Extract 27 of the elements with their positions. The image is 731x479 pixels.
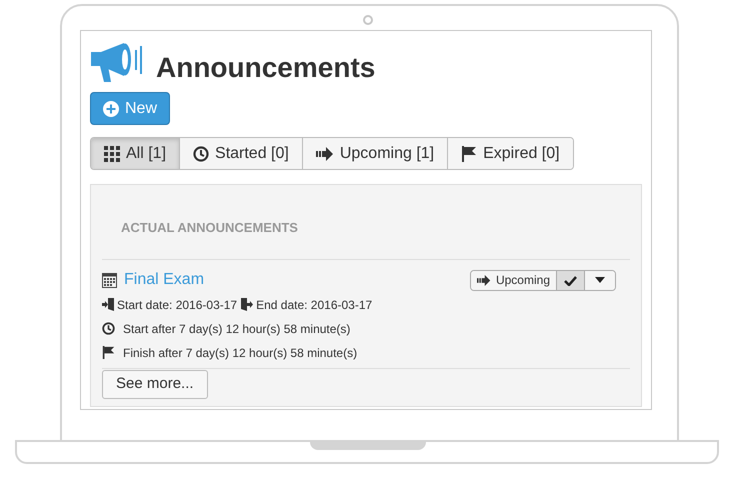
start-date-text: Start date: 2016-03-17 [117, 296, 238, 314]
clock-icon [102, 322, 115, 335]
dropdown-button[interactable] [584, 270, 615, 290]
filter-tab[interactable]: All [1] [91, 138, 180, 169]
see-more-button[interactable]: See more... [102, 370, 208, 398]
filter-tab[interactable]: Expired [0] [447, 138, 573, 169]
plus-circle-icon [103, 100, 119, 116]
end-date-text: End date: 2016-03-17 [256, 296, 372, 314]
page-title: Announcements [156, 54, 376, 84]
grid-icon [104, 146, 120, 162]
door-exit-icon [241, 298, 254, 311]
checkmark-icon [564, 274, 577, 286]
clock-icon [193, 146, 210, 162]
start-countdown-text: Start after 7 day(s) 12 hour(s) 58 minute(s) [123, 320, 350, 338]
filter-tab[interactable]: Started [0] [179, 138, 302, 169]
flag-icon [461, 146, 478, 162]
filter-tab[interactable]: Upcoming [1] [302, 138, 448, 169]
arrow-right-icon [316, 146, 334, 160]
calendar-icon [102, 272, 117, 288]
section-heading: ACTUAL ANNOUNCEMENTS [120, 219, 299, 237]
flag-icon [102, 346, 115, 359]
arrow-right-icon [476, 274, 491, 286]
door-enter-icon [102, 298, 114, 311]
finish-countdown-text: Finish after 7 day(s) 12 hour(s) 58 minute(s) [123, 344, 358, 362]
confirm-toggle[interactable] [556, 270, 584, 290]
caret-down-icon [595, 277, 605, 283]
camera-icon [363, 15, 373, 25]
